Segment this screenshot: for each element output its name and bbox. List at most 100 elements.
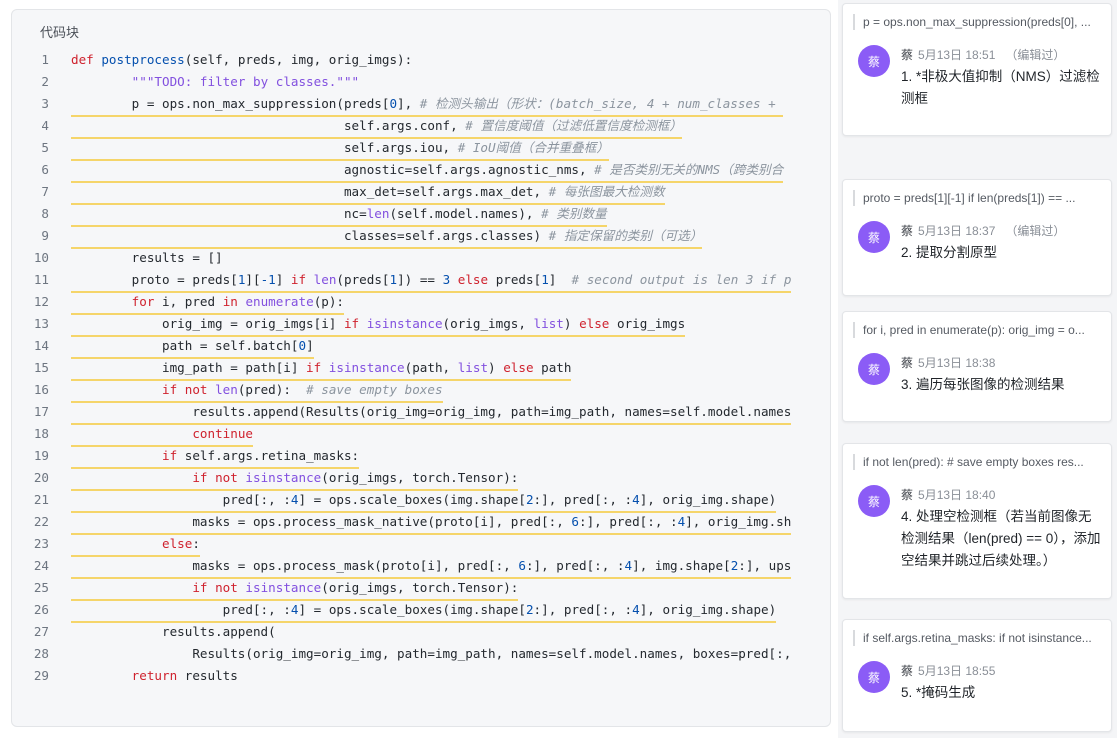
code-line: 4 self.args.conf, # 置信度阈值（过滤低置信度检测框） [12, 115, 830, 139]
highlighted-code-text: if not len(pred): # save empty boxes [71, 379, 443, 403]
avatar: 蔡 [858, 45, 890, 77]
comment-quoted-code: p = ops.non_max_suppression(preds[0], ..… [853, 14, 1111, 30]
code-block-title: 代码块 [40, 25, 80, 40]
line-number: 7 [41, 184, 49, 199]
line-number: 10 [33, 250, 49, 265]
line-number: 14 [33, 338, 49, 353]
highlighted-code-text: else: [71, 533, 200, 557]
comment-quoted-code: if self.args.retina_masks: if not isinst… [853, 630, 1111, 646]
comment-card[interactable]: for i, pred in enumerate(p): orig_img = … [842, 311, 1112, 422]
line-number: 23 [33, 536, 49, 551]
comment-card[interactable]: if self.args.retina_masks: if not isinst… [842, 619, 1112, 732]
code-line: 12 for i, pred in enumerate(p): [12, 291, 830, 315]
highlighted-code-text: self.args.conf, # 置信度阈值（过滤低置信度检测框） [71, 115, 682, 139]
highlighted-code-text: p = ops.non_max_suppression(preds[0], # … [71, 93, 784, 117]
code-line: 14 path = self.batch[0] [12, 335, 830, 359]
highlighted-code-text: proto = preds[1][-1] if len(preds[1]) ==… [71, 269, 792, 293]
code-line: 6 agnostic=self.args.agnostic_nms, # 是否类… [12, 159, 830, 183]
line-number: 4 [41, 118, 49, 133]
code-line: 17 results.append(Results(orig_img=orig_… [12, 401, 830, 425]
code-line: 21 pred[:, :4] = ops.scale_boxes(img.sha… [12, 489, 830, 513]
highlighted-code-text: nc=len(self.model.names), # 类别数量 [71, 203, 607, 227]
line-number: 5 [41, 140, 49, 155]
comment-time: 5月13日 18:40 [918, 488, 996, 502]
line-number: 18 [33, 426, 49, 441]
line-number: 28 [33, 646, 49, 661]
line-number: 6 [41, 162, 49, 177]
highlighted-code-text: for i, pred in enumerate(p): [71, 291, 345, 315]
code-line: 25 if not isinstance(orig_imgs, torch.Te… [12, 577, 830, 601]
line-number: 3 [41, 96, 49, 111]
comment-quoted-code: for i, pred in enumerate(p): orig_img = … [853, 322, 1111, 338]
highlighted-code-text: self.args.iou, # IoU阈值（合并重叠框） [71, 137, 609, 161]
highlighted-code-text: pred[:, :4] = ops.scale_boxes(img.shape[… [71, 489, 777, 513]
comment-body: 1. *非极大值抑制（NMS）过滤检测框 [901, 69, 1100, 106]
comment-meta: 蔡 5月13日 18:38 [901, 354, 995, 371]
line-number: 15 [33, 360, 49, 375]
avatar: 蔡 [858, 661, 890, 693]
comment-time: 5月13日 18:55 [918, 664, 996, 678]
comment-body: 3. 遍历每张图像的检测结果 [901, 377, 1065, 392]
code-line: 9 classes=self.args.classes) # 指定保留的类别（可… [12, 225, 830, 249]
code-line: 16 if not len(pred): # save empty boxes [12, 379, 830, 403]
comment-time: 5月13日 18:38 [918, 356, 996, 370]
comment-time: 5月13日 18:37 [918, 224, 996, 238]
highlighted-code-text: max_det=self.args.max_det, # 每张图最大检测数 [71, 181, 665, 205]
avatar: 蔡 [858, 485, 890, 517]
code-line: 27 results.append( [12, 621, 830, 643]
highlighted-code-text: agnostic=self.args.agnostic_nms, # 是否类别无… [71, 159, 784, 183]
highlighted-code-text: continue [71, 423, 253, 447]
code-text: """TODO: filter by classes.""" [131, 74, 360, 89]
code-text: results = [] [71, 250, 223, 265]
code-line: 11 proto = preds[1][-1] if len(preds[1])… [12, 269, 830, 293]
line-number: 24 [33, 558, 49, 573]
code-text: results.append( [71, 624, 276, 639]
comment-card[interactable]: proto = preds[1][-1] if len(preds[1]) ==… [842, 179, 1112, 296]
comment-edited-flag: （编辑过） [1005, 48, 1066, 62]
highlighted-code-text: classes=self.args.classes) # 指定保留的类别（可选） [71, 225, 703, 249]
highlighted-code-text: masks = ops.process_mask(proto[i], pred[… [71, 555, 792, 579]
line-number: 22 [33, 514, 49, 529]
code-line: 8 nc=len(self.model.names), # 类别数量 [12, 203, 830, 227]
code-line: 13 orig_img = orig_imgs[i] if isinstance… [12, 313, 830, 337]
line-number: 27 [33, 624, 49, 639]
code-line: 20 if not isinstance(orig_imgs, torch.Te… [12, 467, 830, 491]
code-line: 19 if self.args.retina_masks: [12, 445, 830, 469]
avatar: 蔡 [858, 353, 890, 385]
line-number: 9 [41, 228, 49, 243]
comment-card[interactable]: if not len(pred): # save empty boxes res… [842, 443, 1112, 599]
code-line: 1 def postprocess(self, preds, img, orig_… [12, 49, 830, 71]
code-line: 29 return results [12, 665, 830, 687]
comment-meta: 蔡 5月13日 18:37 （编辑过） [901, 222, 1065, 239]
highlighted-code-text: masks = ops.process_mask_native(proto[i]… [71, 511, 792, 535]
code-line: 24 masks = ops.process_mask(proto[i], pr… [12, 555, 830, 579]
avatar: 蔡 [858, 221, 890, 253]
code-block: 代码块 1 def postprocess(self, preds, img, o… [11, 9, 831, 727]
line-number: 16 [33, 382, 49, 397]
code-line: 5 self.args.iou, # IoU阈值（合并重叠框） [12, 137, 830, 161]
line-number: 17 [33, 404, 49, 419]
code-text: def postprocess(self, preds, img, orig_i… [71, 52, 413, 67]
highlighted-code-text: results.append(Results(orig_img=orig_img… [71, 401, 792, 425]
comments-panel: p = ops.non_max_suppression(preds[0], ..… [838, 0, 1117, 738]
code-line: 10 results = [] [12, 247, 830, 269]
code-line: 26 pred[:, :4] = ops.scale_boxes(img.sha… [12, 599, 830, 623]
line-number: 2 [41, 74, 49, 89]
code-line: 22 masks = ops.process_mask_native(proto… [12, 511, 830, 535]
comment-body: 2. 提取分割原型 [901, 245, 998, 260]
code-text: Results(orig_img=orig_img, path=img_path… [71, 646, 792, 661]
code-text: return results [131, 668, 238, 683]
comment-edited-flag: （编辑过） [1005, 224, 1066, 238]
code-line: 18 continue [12, 423, 830, 447]
comment-card[interactable]: p = ops.non_max_suppression(preds[0], ..… [842, 3, 1112, 136]
comment-meta: 蔡 5月13日 18:55 [901, 662, 995, 679]
code-line: 23 else: [12, 533, 830, 557]
code-line: 15 img_path = path[i] if isinstance(path… [12, 357, 830, 381]
line-number: 1 [41, 52, 49, 67]
comment-meta: 蔡 5月13日 18:51 （编辑过） [901, 46, 1065, 63]
highlighted-code-text: if self.args.retina_masks: [71, 445, 360, 469]
line-number: 26 [33, 602, 49, 617]
line-number: 12 [33, 294, 49, 309]
highlighted-code-text: path = self.batch[0] [71, 335, 314, 359]
highlighted-code-text: if not isinstance(orig_imgs, torch.Tenso… [71, 467, 519, 491]
